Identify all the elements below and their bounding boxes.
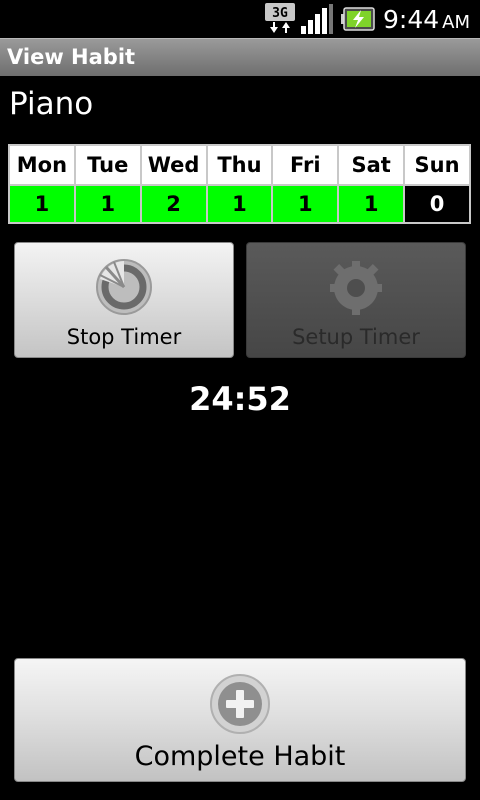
week-counts-row: 1 1 2 1 1 1 0: [8, 184, 471, 224]
page-title: View Habit: [7, 45, 136, 69]
day-header-sat: Sat: [337, 144, 406, 186]
stop-timer-label: Stop Timer: [66, 325, 182, 349]
status-bar: 3G 9:44 AM: [0, 0, 480, 38]
add-icon: [210, 674, 270, 734]
day-header-thu: Thu: [205, 144, 274, 186]
network-3g-icon: 3G: [265, 3, 296, 33]
stop-timer-icon: [96, 259, 152, 315]
day-header-wed: Wed: [139, 144, 208, 186]
day-header-mon: Mon: [8, 144, 76, 186]
complete-habit-label: Complete Habit: [134, 741, 346, 772]
status-clock: 9:44 AM: [383, 4, 470, 34]
setup-timer-label: Setup Timer: [292, 325, 420, 349]
day-count-fri: 1: [271, 184, 340, 224]
timer-display: 24:52: [189, 380, 291, 418]
settings-gear-icon: [330, 261, 382, 315]
habit-name: Piano: [9, 86, 94, 122]
day-count-sat: 1: [337, 184, 406, 224]
stop-timer-button[interactable]: Stop Timer: [14, 242, 234, 358]
day-count-tue: 1: [73, 184, 142, 224]
week-header-row: Mon Tue Wed Thu Fri Sat Sun: [8, 144, 471, 186]
setup-timer-button[interactable]: Setup Timer: [246, 242, 466, 358]
day-count-mon: 1: [8, 184, 76, 224]
week-progress-table: Mon Tue Wed Thu Fri Sat Sun 1 1 2 1 1 1 …: [8, 144, 471, 224]
day-header-fri: Fri: [271, 144, 340, 186]
complete-habit-button[interactable]: Complete Habit: [14, 658, 466, 782]
day-count-sun: 0: [403, 184, 471, 224]
title-bar: View Habit: [0, 38, 480, 76]
battery-charging-icon: [341, 7, 375, 31]
day-count-wed: 2: [139, 184, 208, 224]
day-count-thu: 1: [205, 184, 274, 224]
day-header-tue: Tue: [73, 144, 142, 186]
svg-text:3G: 3G: [272, 6, 288, 21]
day-header-sun: Sun: [403, 144, 471, 186]
signal-strength-icon: [301, 4, 334, 34]
